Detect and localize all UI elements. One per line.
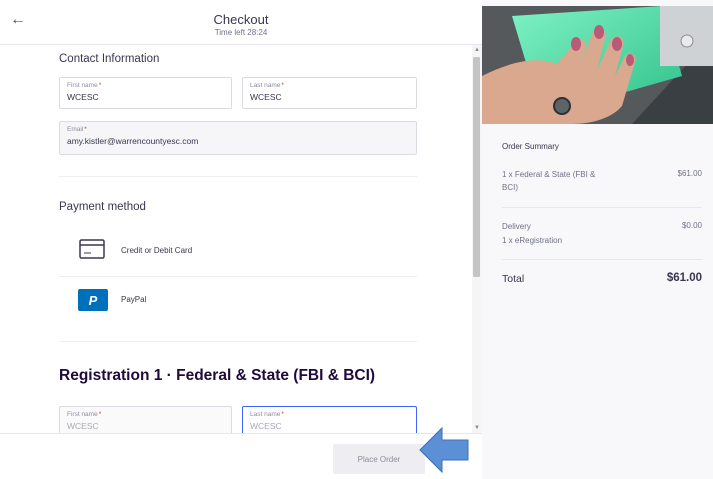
paypal-icon: P — [78, 289, 108, 316]
checkout-footer: Place Order — [0, 433, 482, 479]
page-title: Checkout — [213, 12, 269, 27]
total-value: $61.00 — [666, 272, 702, 284]
scrollbar-thumb[interactable] — [473, 57, 480, 277]
reg-last-name-label: Last name* — [250, 411, 284, 418]
order-summary-panel: Order Summary 1 x Federal & State (FBI &… — [482, 0, 713, 479]
svg-text:P: P — [89, 293, 98, 308]
paypal-label: PayPal — [121, 295, 147, 304]
place-order-button[interactable]: Place Order — [333, 444, 425, 474]
delivery-price: $0.00 — [681, 221, 702, 230]
last-name-value: WCESC — [250, 92, 282, 102]
scroll-down-icon[interactable]: ▼ — [472, 423, 482, 433]
total-label: Total — [502, 273, 525, 285]
order-summary-title: Order Summary — [502, 142, 559, 151]
payment-section-title: Payment method — [59, 201, 146, 213]
first-name-value: WCESC — [67, 92, 99, 102]
section-divider — [59, 176, 417, 177]
first-name-label: First name* — [67, 82, 102, 89]
checkout-app: ← Checkout Time left 28:24 Contact Infor… — [0, 0, 713, 479]
registration-title: Registration 1 · Federal & State (FBI & … — [59, 367, 376, 384]
credit-card-icon — [79, 239, 105, 264]
order-item-price: $61.00 — [677, 169, 702, 178]
contact-section-title: Contact Information — [59, 53, 160, 65]
event-image — [482, 6, 713, 124]
reg-first-name-value: WCESC — [67, 421, 99, 431]
section-divider-2 — [59, 341, 417, 342]
time-left: Time left 28:24 — [214, 28, 268, 37]
registration-last-name-field[interactable]: Last name* WCESC — [242, 406, 417, 433]
payment-option-paypal[interactable]: P PayPal — [59, 277, 417, 325]
delivery-detail: 1 x eRegistration — [502, 236, 563, 245]
checkout-panel: ← Checkout Time left 28:24 Contact Infor… — [0, 0, 482, 479]
contact-first-name-field[interactable]: First name* WCESC — [59, 77, 232, 109]
reg-last-name-value: WCESC — [250, 421, 282, 431]
summary-divider — [502, 207, 702, 208]
order-item-line: 1 x Federal & State (FBI & BCI) — [502, 170, 596, 192]
credit-card-label: Credit or Debit Card — [121, 246, 193, 255]
reg-first-name-label: First name* — [67, 411, 102, 418]
contact-last-name-field[interactable]: Last name* WCESC — [242, 77, 417, 109]
checkout-form: Contact Information First name* WCESC La… — [0, 45, 472, 433]
email-label: Email* — [67, 126, 87, 133]
form-scrollbar[interactable]: ▲ ▼ — [472, 45, 482, 433]
summary-divider-2 — [502, 259, 702, 260]
last-name-label: Last name* — [250, 82, 284, 89]
email-value: amy.kistler@warrencountyesc.com — [67, 136, 199, 146]
registration-first-name-field[interactable]: First name* WCESC — [59, 406, 232, 433]
pointer-arrow-icon — [419, 426, 469, 474]
payment-option-card[interactable]: Credit or Debit Card — [59, 226, 417, 274]
contact-email-field[interactable]: Email* amy.kistler@warrencountyesc.com — [59, 121, 417, 155]
delivery-label: Delivery — [502, 222, 531, 231]
scroll-up-icon[interactable]: ▲ — [472, 45, 482, 55]
